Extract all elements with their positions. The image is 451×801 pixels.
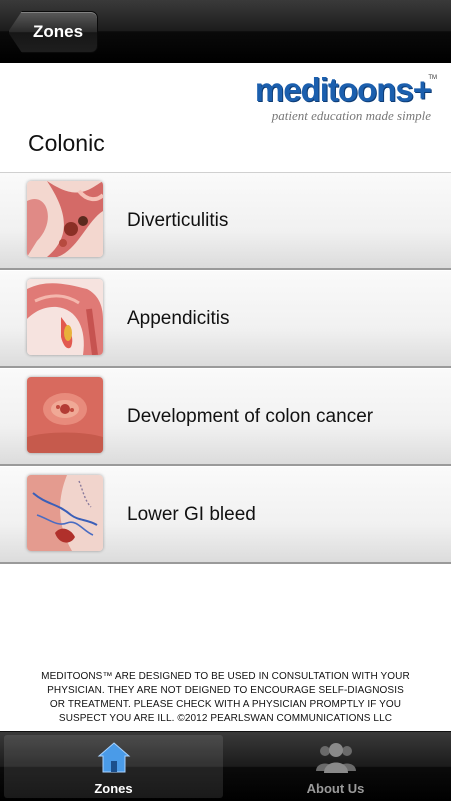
back-button-label: Zones [33,22,84,41]
logo-wordmark: meditoons+ [254,71,432,108]
back-button[interactable]: Zones [8,11,99,53]
disclaimer-line: SUSPECT YOU ARE ILL. ©2012 PEARLSWAN COM… [58,713,393,724]
navigation-bar: Zones [0,0,451,63]
tab-about-us[interactable]: About Us [226,735,445,798]
colon-cancer-thumbnail [27,377,103,453]
disclaimer-line: MEDITOONS™ ARE DESIGNED TO BE USED IN CO… [41,671,410,682]
list-item-label: Development of colon cancer [127,406,374,427]
list-item-diverticulitis[interactable]: Diverticulitis [0,172,451,270]
logo-trademark: TM [428,75,437,81]
gi-bleed-thumbnail [27,475,103,551]
list-item-appendicitis[interactable]: Appendicitis [0,270,451,368]
meditoons-logo: meditoons+ patient education made simple… [231,71,437,129]
home-icon [97,741,131,778]
list-item-label: Lower GI bleed [127,504,256,525]
logo-tagline: patient education made simple [271,108,431,123]
disclaimer-text: MEDITOONS™ ARE DESIGNED TO BE USED IN CO… [30,670,421,726]
appendicitis-thumbnail [27,279,103,355]
tab-zones-label: Zones [94,781,133,796]
topic-list: Diverticulitis Appendicitis Development … [0,172,451,564]
tab-bar: Zones About Us [0,731,451,801]
tab-about-us-label: About Us [306,781,365,796]
disclaimer-line: PHYSICIAN. THEY ARE NOT DEIGNED TO ENCOU… [47,685,404,696]
list-item-label: Appendicitis [127,308,230,329]
list-item-colon-cancer[interactable]: Development of colon cancer [0,368,451,466]
tab-zones[interactable]: Zones [4,735,223,798]
disclaimer-line: OR TREATMENT. PLEASE CHECK WITH A PHYSIC… [49,699,402,710]
people-icon [315,741,357,778]
list-item-lower-gi-bleed[interactable]: Lower GI bleed [0,466,451,564]
diverticulitis-thumbnail [27,181,103,257]
list-item-label: Diverticulitis [127,210,229,231]
section-title: Colonic [28,130,105,156]
